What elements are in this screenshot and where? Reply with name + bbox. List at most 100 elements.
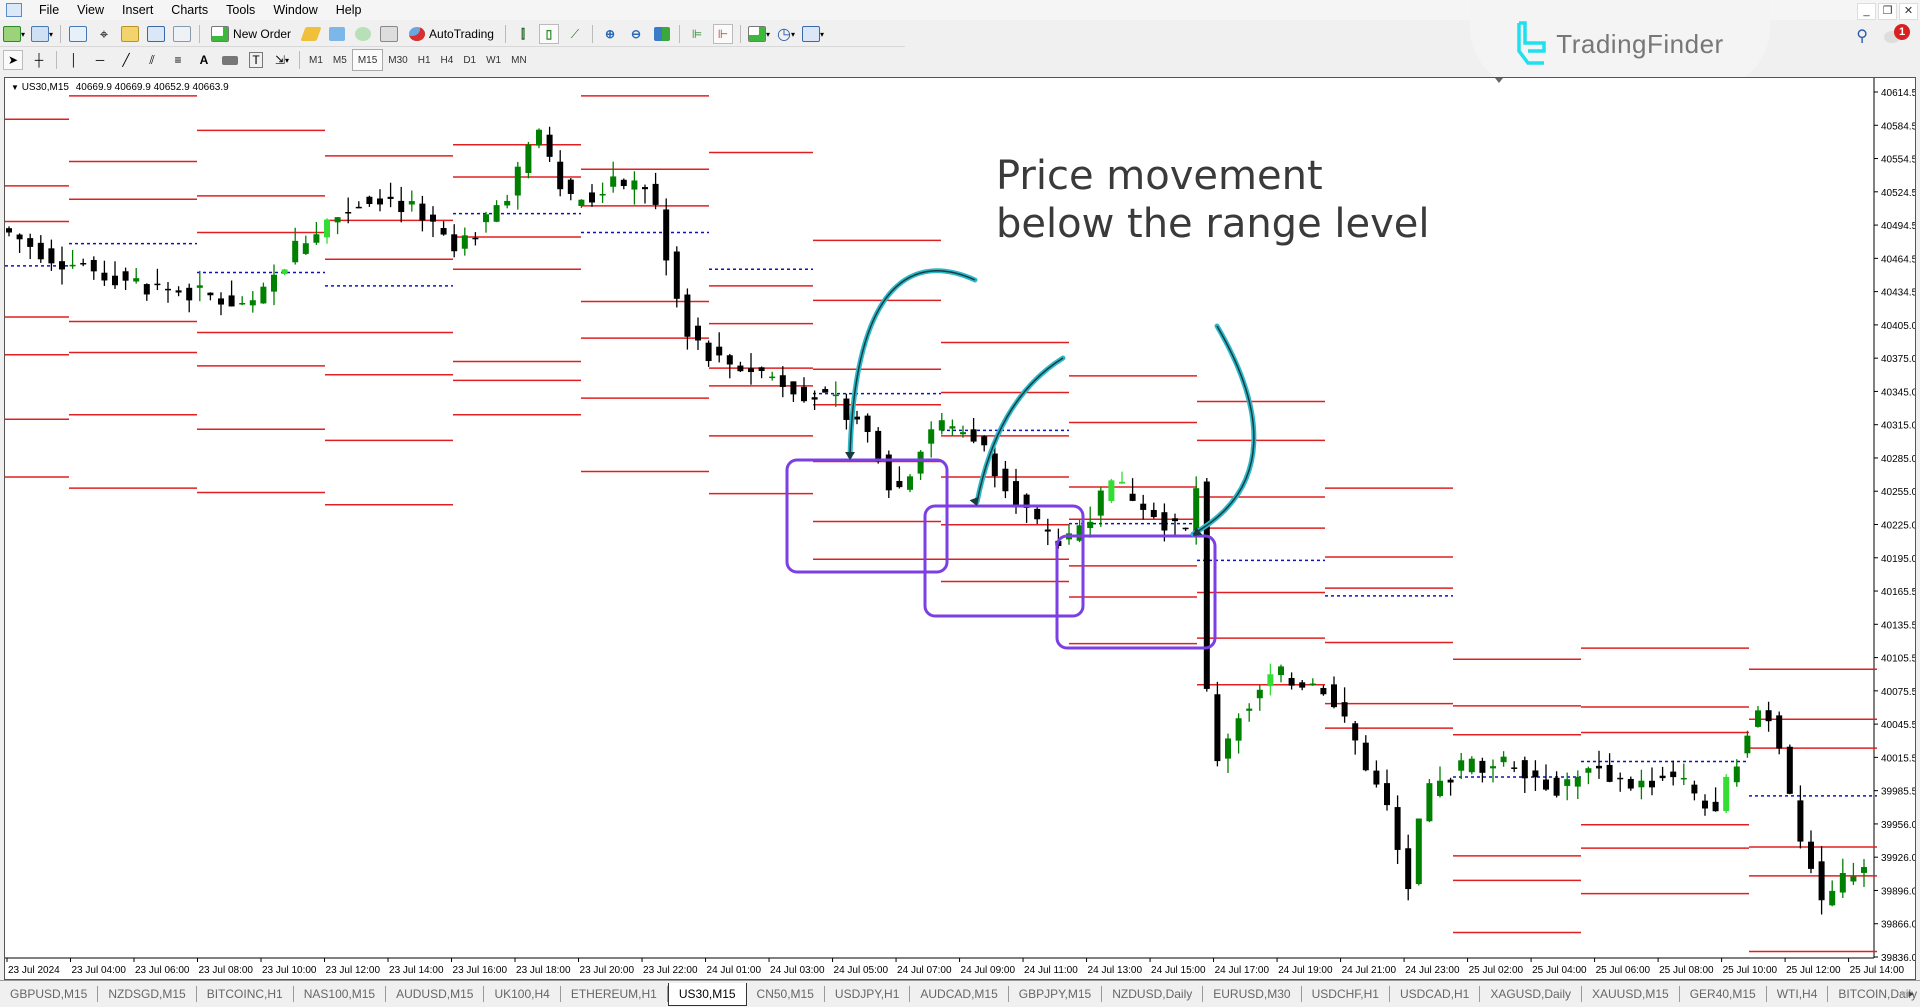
tab-usdcad-h1[interactable]: USDCAD,H1	[1390, 986, 1481, 1002]
notifications-icon[interactable]: 1	[1884, 24, 1910, 45]
book-icon	[300, 27, 322, 41]
bearish-candle	[1627, 778, 1634, 789]
line-chart-button[interactable]: ⟋	[565, 24, 585, 44]
bearish-candle	[801, 386, 807, 402]
bearish-candle	[16, 234, 23, 240]
tab-audcad-m15[interactable]: AUDCAD,M15	[910, 986, 1009, 1002]
price-tick-label: 40405.0	[1881, 321, 1915, 332]
chart-shift-marker[interactable]	[1495, 78, 1503, 83]
close-button[interactable]: ✕	[1899, 3, 1918, 20]
zoom-in-button[interactable]: ⊕	[600, 24, 620, 44]
indicators-button[interactable]: ▾	[747, 24, 770, 44]
menu-tools[interactable]: Tools	[217, 3, 264, 17]
time-tick-label: 25 Jul 06:00	[1596, 965, 1651, 976]
timeframe-m30[interactable]: M30	[383, 50, 412, 70]
market-watch-button[interactable]	[68, 24, 88, 44]
print-button[interactable]	[379, 24, 399, 44]
timeframe-m5[interactable]: M5	[328, 50, 352, 70]
tile-windows-button[interactable]	[652, 24, 672, 44]
timeframe-m1[interactable]: M1	[304, 50, 328, 70]
new-chart-button[interactable]: ▾	[3, 24, 25, 44]
tab-nas100-m15[interactable]: NAS100,M15	[294, 986, 387, 1002]
timeframe-mn[interactable]: MN	[506, 50, 532, 70]
label-button[interactable]	[220, 50, 240, 70]
chart-window[interactable]: 40614.5 40584.5 40554.5 40524.5 40494.5 40464…	[4, 77, 1916, 980]
timeframe-w1[interactable]: W1	[481, 50, 506, 70]
menu-charts[interactable]: Charts	[162, 3, 217, 17]
text-label-button[interactable]: T	[246, 50, 266, 70]
market-button[interactable]	[353, 24, 373, 44]
minimize-button[interactable]: _	[1857, 3, 1876, 20]
timeframe-h4[interactable]: H4	[436, 50, 459, 70]
cursor-button[interactable]: ➤	[3, 50, 23, 70]
bar-chart-button[interactable]: ⫿	[513, 24, 533, 44]
price-tick-label: 40015.5	[1881, 753, 1915, 764]
horizontal-line-button[interactable]: ─	[90, 50, 110, 70]
text-button[interactable]: A	[194, 50, 214, 70]
tab-uk100-h4[interactable]: UK100,H4	[484, 986, 561, 1002]
trendline-button[interactable]: ╱	[116, 50, 136, 70]
bearish-candle	[1543, 779, 1549, 790]
new-order-button[interactable]: New Order	[207, 24, 295, 44]
equidistant-channel-button[interactable]: ⫽	[142, 50, 162, 70]
tab-us30-m15[interactable]: US30,M15	[667, 982, 747, 1006]
market-watch-icon	[69, 26, 88, 42]
timeframe-m15[interactable]: M15	[351, 49, 384, 71]
range-box	[923, 504, 1085, 618]
strategy-tester-button[interactable]	[172, 24, 192, 44]
vertical-line-button[interactable]: │	[64, 50, 84, 70]
chart-collapse-icon[interactable]: ▼	[11, 83, 19, 92]
profiles-button[interactable]: ▾	[31, 24, 53, 44]
price-tick-label: 39926.0	[1881, 853, 1915, 864]
tab-xauusd-m15[interactable]: XAUUSD,M15	[1582, 986, 1680, 1002]
bearish-candle	[1214, 694, 1221, 762]
tab-ethereum-h1[interactable]: ETHEREUM,H1	[561, 986, 668, 1002]
tab-gbpusd-m15[interactable]: GBPUSD,M15	[0, 986, 99, 1002]
terminal-button[interactable]	[146, 24, 166, 44]
tab-nzdsgd-m15[interactable]: NZDSGD,M15	[98, 986, 197, 1002]
bullish-candle	[313, 234, 320, 243]
timeframe-h1[interactable]: H1	[413, 50, 436, 70]
tab-usdjpy-h1[interactable]: USDJPY,H1	[825, 986, 911, 1002]
data-window-button[interactable]: ⌖	[94, 24, 114, 44]
metaeditor-button[interactable]	[300, 24, 322, 44]
arrows-button[interactable]: ⇲ ▾	[272, 50, 292, 70]
menu-help[interactable]: Help	[327, 3, 371, 17]
restore-button[interactable]: ❐	[1878, 3, 1897, 20]
tab-xagusd-daily[interactable]: XAGUSD,Daily	[1480, 986, 1582, 1002]
tab-gbpjpy-m15[interactable]: GBPJPY,M15	[1009, 986, 1103, 1002]
navigator-button[interactable]	[120, 24, 140, 44]
price-chart[interactable]: 40614.5 40584.5 40554.5 40524.5 40494.5 40464…	[5, 78, 1915, 979]
price-tick-label: 40494.5	[1881, 221, 1915, 232]
periods-button[interactable]: ◷ ▾	[776, 24, 796, 44]
bearish-candle	[1405, 848, 1412, 890]
menu-insert[interactable]: Insert	[113, 3, 162, 17]
menu-file[interactable]: File	[30, 3, 68, 17]
autotrading-button[interactable]: AutoTrading	[405, 24, 498, 44]
menu-window[interactable]: Window	[264, 3, 326, 17]
tab-scroll-right-icon[interactable]: ▸	[1908, 988, 1914, 1000]
bullish-candle	[610, 176, 617, 187]
chart-shift-button[interactable]: ⊩	[712, 24, 733, 44]
templates-button[interactable]: ▾	[802, 24, 824, 44]
tab-nzdusd-daily[interactable]: NZDUSD,Daily	[1102, 986, 1204, 1002]
fibonacci-button[interactable]: ≡	[168, 50, 188, 70]
crosshair-button[interactable]: ┼	[29, 50, 49, 70]
candlestick-chart-button[interactable]: ▯	[538, 24, 559, 44]
auto-scroll-button[interactable]: ⊫	[687, 24, 707, 44]
zoom-out-button[interactable]: ⊖	[626, 24, 646, 44]
timeframe-d1[interactable]: D1	[458, 50, 481, 70]
tab-wti-h4[interactable]: WTI,H4	[1767, 986, 1829, 1002]
bullish-candle	[302, 243, 309, 254]
tab-eurusd-m30[interactable]: EURUSD,M30	[1203, 986, 1302, 1002]
tab-usdchf-h1[interactable]: USDCHF,H1	[1302, 986, 1390, 1002]
tab-ger40-m15[interactable]: GER40,M15	[1680, 986, 1767, 1002]
search-icon[interactable]: ⚲	[1856, 26, 1868, 46]
tab-cn50-m15[interactable]: CN50,M15	[747, 986, 825, 1002]
menu-view[interactable]: View	[68, 3, 113, 17]
signals-button[interactable]	[327, 24, 347, 44]
tab-scroll-left-icon[interactable]: ◂	[1900, 988, 1906, 1000]
tab-bitcoinc-h1[interactable]: BITCOINC,H1	[197, 986, 294, 1002]
bullish-candle	[1256, 689, 1263, 699]
tab-audusd-m15[interactable]: AUDUSD,M15	[386, 986, 485, 1002]
